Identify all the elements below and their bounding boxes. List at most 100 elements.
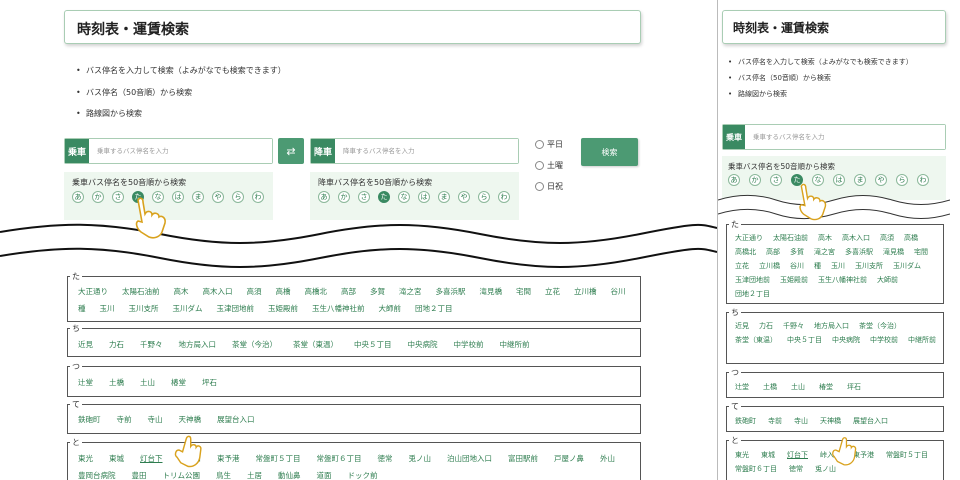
bus-stop-link[interactable]: 東予港 — [217, 453, 240, 464]
bus-stop-link[interactable]: 地方局入口 — [179, 339, 217, 350]
bus-stop-link[interactable]: 団地２丁目 — [415, 303, 453, 314]
bus-stop-link[interactable]: 玉川 — [100, 303, 115, 314]
method-kana-search[interactable]: バス停名（50音順）から検索 — [76, 82, 286, 104]
bus-stop-link[interactable]: 谷川 — [790, 261, 804, 271]
method-text-search[interactable]: バス停名を入力して検索（よみがなでも検索できます） — [76, 60, 286, 82]
alight-stop-input[interactable] — [335, 139, 518, 163]
bus-stop-link[interactable]: 玉川ダム — [893, 261, 921, 271]
bus-stop-link[interactable]: 玉津団地前 — [217, 303, 255, 314]
bus-stop-link[interactable]: 太陽石油前 — [773, 233, 808, 243]
bus-stop-link[interactable]: 辻堂 — [78, 377, 93, 388]
mobile-board-kana-button[interactable]: さ — [770, 174, 782, 186]
bus-stop-link[interactable]: 東城 — [761, 450, 775, 460]
bus-stop-link[interactable]: 東光 — [735, 450, 749, 460]
radio-weekday[interactable]: 平日 — [535, 139, 563, 150]
alight-kana-button[interactable]: か — [338, 191, 350, 203]
bus-stop-link[interactable]: 大正通り — [735, 233, 763, 243]
bus-stop-link[interactable]: 力石 — [109, 339, 124, 350]
alight-kana-button[interactable]: な — [398, 191, 410, 203]
bus-stop-link[interactable]: 高木 — [818, 233, 832, 243]
bus-stop-link[interactable]: 豊岡台病院 — [78, 470, 116, 480]
bus-stop-link[interactable]: 中学校前 — [454, 339, 484, 350]
bus-stop-link[interactable]: 灯台下 — [787, 450, 808, 460]
bus-stop-link[interactable]: 常盤町５丁目 — [256, 453, 301, 464]
bus-stop-link[interactable]: 坪石 — [847, 382, 861, 392]
bus-stop-link[interactable]: 中央病院 — [832, 335, 860, 345]
bus-stop-link[interactable]: 鉄砲町 — [78, 414, 101, 425]
board-kana-button[interactable]: あ — [72, 191, 84, 203]
bus-stop-link[interactable]: 寺前 — [768, 416, 782, 426]
bus-stop-link[interactable]: 玉姫殿前 — [268, 303, 298, 314]
board-kana-button[interactable]: ら — [232, 191, 244, 203]
mobile-method-route-map[interactable]: 路線図から検索 — [728, 86, 913, 102]
bus-stop-link[interactable]: 鳥生 — [216, 470, 231, 480]
bus-stop-link[interactable]: 常盤町６丁目 — [735, 464, 777, 474]
bus-stop-link[interactable]: 千野々 — [140, 339, 163, 350]
bus-stop-link[interactable]: 玉姫殿前 — [780, 275, 808, 285]
bus-stop-link[interactable]: 立花 — [545, 286, 560, 297]
bus-stop-link[interactable]: 宅間 — [914, 247, 928, 257]
bus-stop-link[interactable]: 鉄砲町 — [735, 416, 756, 426]
bus-stop-link[interactable]: 兎ノ山 — [409, 453, 432, 464]
bus-stop-link[interactable]: 動仙鼻 — [278, 470, 301, 480]
bus-stop-link[interactable]: 高橋北 — [305, 286, 328, 297]
bus-stop-link[interactable]: 大師前 — [877, 275, 898, 285]
bus-stop-link[interactable]: 近見 — [735, 321, 749, 331]
bus-stop-link[interactable]: 中央５丁目 — [354, 339, 392, 350]
bus-stop-link[interactable]: 戸屋ノ鼻 — [554, 453, 584, 464]
bus-stop-link[interactable]: 土橋 — [109, 377, 124, 388]
bus-stop-link[interactable]: 中継所前 — [500, 339, 530, 350]
bus-stop-link[interactable]: ドック前 — [348, 470, 378, 480]
board-kana-button[interactable]: わ — [252, 191, 264, 203]
bus-stop-link[interactable]: トリム公園 — [163, 470, 201, 480]
bus-stop-link[interactable]: 高橋 — [904, 233, 918, 243]
bus-stop-link[interactable]: 東光 — [78, 453, 93, 464]
bus-stop-link[interactable]: 泊山団地入口 — [447, 453, 492, 464]
bus-stop-link[interactable]: 中央病院 — [408, 339, 438, 350]
bus-stop-link[interactable]: 玉川支所 — [129, 303, 159, 314]
bus-stop-link[interactable]: 東城 — [109, 453, 124, 464]
bus-stop-link[interactable]: 土居 — [247, 470, 262, 480]
bus-stop-link[interactable]: 多喜浜駅 — [845, 247, 873, 257]
bus-stop-link[interactable]: 寺前 — [117, 414, 132, 425]
bus-stop-link[interactable]: 高木入口 — [203, 286, 233, 297]
swap-stops-button[interactable]: ⇄ — [278, 138, 304, 164]
bus-stop-link[interactable]: 土山 — [140, 377, 155, 388]
board-kana-button[interactable]: か — [92, 191, 104, 203]
bus-stop-link[interactable]: 玉川ダム — [173, 303, 203, 314]
bus-stop-link[interactable]: 谷川 — [611, 286, 626, 297]
search-button[interactable]: 検索 — [581, 138, 638, 166]
bus-stop-link[interactable]: 地方局入口 — [814, 321, 849, 331]
bus-stop-link[interactable]: 道面 — [317, 470, 332, 480]
board-kana-button[interactable]: ま — [192, 191, 204, 203]
board-kana-button[interactable]: さ — [112, 191, 124, 203]
mobile-method-kana-search[interactable]: バス停名（50音順）から検索 — [728, 70, 913, 86]
bus-stop-link[interactable]: 種 — [78, 303, 86, 314]
bus-stop-link[interactable]: 大正通り — [78, 286, 108, 297]
bus-stop-link[interactable]: 椿堂 — [171, 377, 186, 388]
bus-stop-link[interactable]: 天神橋 — [179, 414, 202, 425]
bus-stop-link[interactable]: 富田駅前 — [508, 453, 538, 464]
alight-kana-button[interactable]: わ — [498, 191, 510, 203]
bus-stop-link[interactable]: 寺山 — [148, 414, 163, 425]
radio-saturday[interactable]: 土曜 — [535, 160, 563, 171]
bus-stop-link[interactable]: 茶堂（東温） — [735, 335, 777, 345]
bus-stop-link[interactable]: 高須 — [247, 286, 262, 297]
mobile-board-kana-button[interactable]: ら — [896, 174, 908, 186]
bus-stop-link[interactable]: 常盤町５丁目 — [886, 450, 928, 460]
bus-stop-link[interactable]: 高木入口 — [842, 233, 870, 243]
mobile-board-kana-button[interactable]: あ — [728, 174, 740, 186]
bus-stop-link[interactable]: 外山 — [600, 453, 615, 464]
mobile-board-stop-input[interactable] — [745, 125, 945, 149]
alight-kana-button[interactable]: や — [458, 191, 470, 203]
mobile-board-kana-button[interactable]: わ — [917, 174, 929, 186]
bus-stop-link[interactable]: 高部 — [766, 247, 780, 257]
method-route-map[interactable]: 路線図から検索 — [76, 103, 286, 125]
mobile-board-kana-button[interactable]: ま — [854, 174, 866, 186]
mobile-board-kana-button[interactable]: は — [833, 174, 845, 186]
bus-stop-link[interactable]: 辻堂 — [735, 382, 749, 392]
bus-stop-link[interactable]: 寺山 — [794, 416, 808, 426]
board-kana-button[interactable]: は — [172, 191, 184, 203]
bus-stop-link[interactable]: 近見 — [78, 339, 93, 350]
bus-stop-link[interactable]: 立花 — [735, 261, 749, 271]
